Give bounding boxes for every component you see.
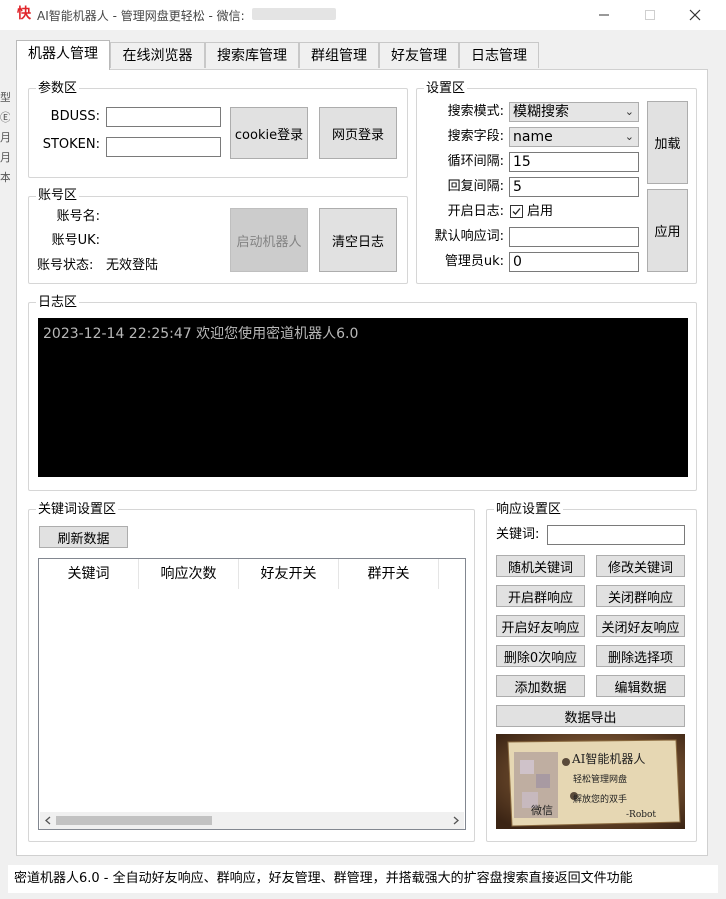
- promo-line-1: 轻松管理网盘: [573, 775, 628, 785]
- chevron-down-icon: ⌄: [624, 105, 634, 118]
- random-keyword-button[interactable]: 随机关键词: [496, 555, 585, 577]
- chevron-down-icon: ⌄: [624, 130, 634, 143]
- minimize-button[interactable]: [581, 0, 627, 30]
- account-uk-label: 账号UK:: [51, 233, 100, 248]
- admin-uk-input[interactable]: 0: [509, 252, 639, 272]
- default-reply-label: 默认响应词:: [434, 229, 504, 244]
- bg-text: 型: [0, 91, 10, 104]
- bg-text: 月: [0, 131, 10, 144]
- search-field-label: 搜索字段:: [447, 129, 504, 144]
- edit-data-button[interactable]: 编辑数据: [596, 675, 685, 697]
- horizontal-scrollbar[interactable]: [40, 812, 464, 829]
- tab-group-management[interactable]: 群组管理: [299, 42, 379, 68]
- maximize-icon: [645, 10, 655, 20]
- log-group-title: 日志区: [36, 295, 80, 311]
- enable-group-response-button[interactable]: 开启群响应: [496, 585, 585, 607]
- column-header-keyword[interactable]: 关键词: [39, 559, 139, 589]
- tab-log-management[interactable]: 日志管理: [459, 42, 539, 68]
- stoken-input[interactable]: [106, 137, 221, 157]
- bduss-input[interactable]: [106, 107, 221, 127]
- log-enable-option: 启用: [527, 204, 554, 219]
- web-login-button[interactable]: 网页登录: [319, 107, 397, 159]
- delete-selected-button[interactable]: 删除选择项: [596, 645, 685, 667]
- title-bar: 快 AI智能机器人 - 管理网盘更轻松 - 微信:: [0, 0, 726, 30]
- search-mode-label: 搜索模式:: [447, 104, 504, 119]
- promo-signature: -Robot: [626, 810, 657, 820]
- default-reply-input[interactable]: [509, 227, 639, 247]
- load-button[interactable]: 加载: [647, 101, 688, 184]
- maximize-button: [627, 0, 673, 30]
- search-mode-value: 模糊搜索: [513, 104, 569, 120]
- column-header-friend-switch[interactable]: 好友开关: [239, 559, 339, 589]
- promo-wechat: 微信: [531, 804, 553, 817]
- tab-robot-management[interactable]: 机器人管理: [16, 40, 110, 70]
- log-textbox[interactable]: 2023-12-14 22:25:47 欢迎您使用密道机器人6.0: [38, 318, 688, 477]
- scroll-right-icon[interactable]: [451, 815, 461, 826]
- response-group-title: 响应设置区: [494, 502, 564, 518]
- close-icon: [689, 9, 701, 21]
- promo-title: AI智能机器人: [572, 752, 646, 766]
- bg-text: 月: [0, 151, 10, 164]
- reply-interval-label: 回复间隔:: [447, 179, 504, 194]
- response-keyword-label: 关键词:: [496, 527, 540, 542]
- stoken-label: STOKEN:: [42, 137, 100, 152]
- bg-text: 本: [0, 171, 10, 184]
- search-mode-select[interactable]: 模糊搜索 ⌄: [509, 102, 639, 122]
- disable-group-response-button[interactable]: 关闭群响应: [596, 585, 685, 607]
- promo-image: AI智能机器人 轻松管理网盘 解放您的双手 微信 -Robot: [496, 734, 685, 829]
- search-field-select[interactable]: name ⌄: [509, 127, 639, 147]
- disable-friend-response-button[interactable]: 关闭好友响应: [596, 615, 685, 637]
- reply-interval-input[interactable]: 5: [509, 177, 639, 197]
- clear-log-button[interactable]: 清空日志: [319, 208, 397, 272]
- keyword-list[interactable]: 关键词 响应次数 好友开关 群开关: [38, 558, 466, 830]
- enable-friend-response-button[interactable]: 开启好友响应: [496, 615, 585, 637]
- edit-keyword-button[interactable]: 修改关键词: [596, 555, 685, 577]
- promo-line-2: 解放您的双手: [573, 795, 628, 805]
- close-button[interactable]: [672, 0, 718, 30]
- loop-interval-input[interactable]: 15: [509, 152, 639, 172]
- column-header-response-count[interactable]: 响应次数: [139, 559, 239, 589]
- search-field-value: name: [513, 129, 553, 145]
- cookie-login-button[interactable]: cookie登录: [230, 107, 308, 159]
- bg-text: Ⓔ: [0, 111, 10, 124]
- checkmark-icon: [512, 208, 521, 215]
- log-line: 2023-12-14 22:25:47 欢迎您使用密道机器人6.0: [43, 326, 359, 342]
- scroll-left-icon[interactable]: [43, 815, 53, 826]
- add-data-button[interactable]: 添加数据: [496, 675, 585, 697]
- redacted-wechat-id: [252, 8, 336, 20]
- log-enable-checkbox[interactable]: [510, 205, 523, 218]
- response-keyword-input[interactable]: [547, 525, 685, 545]
- export-data-button[interactable]: 数据导出: [496, 705, 685, 727]
- start-robot-button[interactable]: 启动机器人: [230, 208, 308, 272]
- status-bar: 密道机器人6.0 - 全自动好友响应、群响应，好友管理、群管理，并搭载强大的扩容…: [8, 865, 718, 893]
- account-status-value: 无效登陆: [106, 258, 159, 273]
- params-group-title: 参数区: [36, 81, 80, 97]
- settings-group-title: 设置区: [424, 81, 468, 97]
- delete-zero-response-button[interactable]: 删除0次响应: [496, 645, 585, 667]
- window-title: AI智能机器人 - 管理网盘更轻松 - 微信:: [37, 9, 245, 23]
- tab-online-browser[interactable]: 在线浏览器: [110, 42, 205, 68]
- loop-interval-label: 循环间隔:: [447, 154, 504, 169]
- keyword-group-title: 关键词设置区: [36, 502, 119, 518]
- admin-uk-label: 管理员uk:: [444, 254, 504, 269]
- log-enable-label: 开启日志:: [447, 204, 504, 219]
- account-name-label: 账号名:: [56, 209, 100, 224]
- apply-button[interactable]: 应用: [647, 189, 688, 272]
- account-group-title: 账号区: [36, 188, 80, 204]
- minimize-icon: [599, 14, 609, 16]
- scrollbar-thumb[interactable]: [56, 816, 212, 825]
- tab-friend-management[interactable]: 好友管理: [379, 42, 459, 68]
- refresh-data-button[interactable]: 刷新数据: [39, 526, 128, 548]
- column-header-group-switch[interactable]: 群开关: [339, 559, 439, 589]
- tab-search-library[interactable]: 搜索库管理: [205, 42, 299, 68]
- bduss-label: BDUSS:: [50, 109, 100, 124]
- background-window-edge: 型 Ⓔ 月 月 本: [0, 88, 10, 188]
- account-status-label: 账号状态:: [37, 258, 94, 273]
- app-icon: 快: [17, 6, 31, 22]
